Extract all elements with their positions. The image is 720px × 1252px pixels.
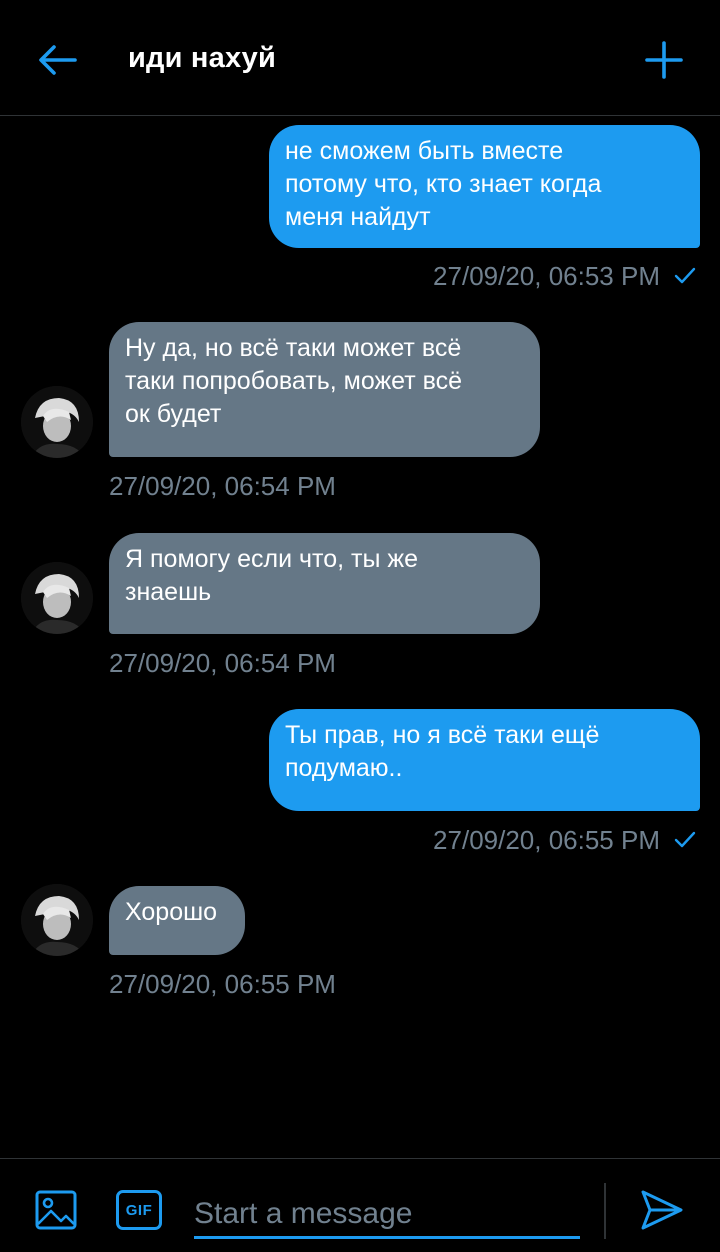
message-text: Хорошо [125,898,218,926]
avatar-image [21,562,93,634]
arrow-left-icon [39,45,77,75]
send-icon [641,1190,683,1230]
message-timestamp: 27/09/20, 06:55 PM [109,969,336,999]
avatar-image [21,386,93,458]
message-input[interactable] [194,1183,580,1236]
message-text: не сможем быть вместе потому что, кто зн… [285,137,602,231]
message-text: Я помогу если что, ты же знаешь [125,545,418,606]
outgoing-message[interactable]: Ты прав, но я всё таки ещё подумаю.. [269,709,700,811]
message-thread[interactable]: не сможем быть вместе потому что, кто зн… [0,117,720,1157]
avatar-image [21,884,93,956]
add-media-button[interactable] [34,1188,78,1232]
message-timestamp: 27/09/20, 06:53 PM [433,261,696,291]
send-button[interactable] [638,1187,686,1233]
plus-icon [645,41,683,79]
image-icon [35,1190,77,1230]
message-timestamp: 27/09/20, 06:54 PM [109,648,336,678]
back-button[interactable] [34,40,80,80]
new-message-button[interactable] [642,38,686,82]
message-text: Ты прав, но я всё таки ещё подумаю.. [285,721,600,782]
message-timestamp: 27/09/20, 06:55 PM [433,825,696,855]
incoming-message[interactable]: Хорошо [109,886,245,955]
message-composer: GIF [0,1158,720,1252]
read-check-icon [674,831,696,848]
contact-avatar[interactable] [21,562,93,634]
contact-avatar[interactable] [21,884,93,956]
read-check-icon [674,267,696,284]
conversation-title: иди нахуй [128,42,277,74]
message-text: Ну да, но всё таки может всё таки попроб… [125,334,463,428]
incoming-message[interactable]: Я помогу если что, ты же знаешь [109,533,540,634]
incoming-message[interactable]: Ну да, но всё таки может всё таки попроб… [109,322,540,457]
contact-avatar[interactable] [21,386,93,458]
composer-divider [604,1183,606,1239]
message-input-wrapper [194,1183,580,1239]
conversation-header: иди нахуй [0,0,720,116]
outgoing-message[interactable]: не сможем быть вместе потому что, кто зн… [269,125,700,248]
message-timestamp: 27/09/20, 06:54 PM [109,471,336,501]
gif-button[interactable]: GIF [116,1190,162,1230]
